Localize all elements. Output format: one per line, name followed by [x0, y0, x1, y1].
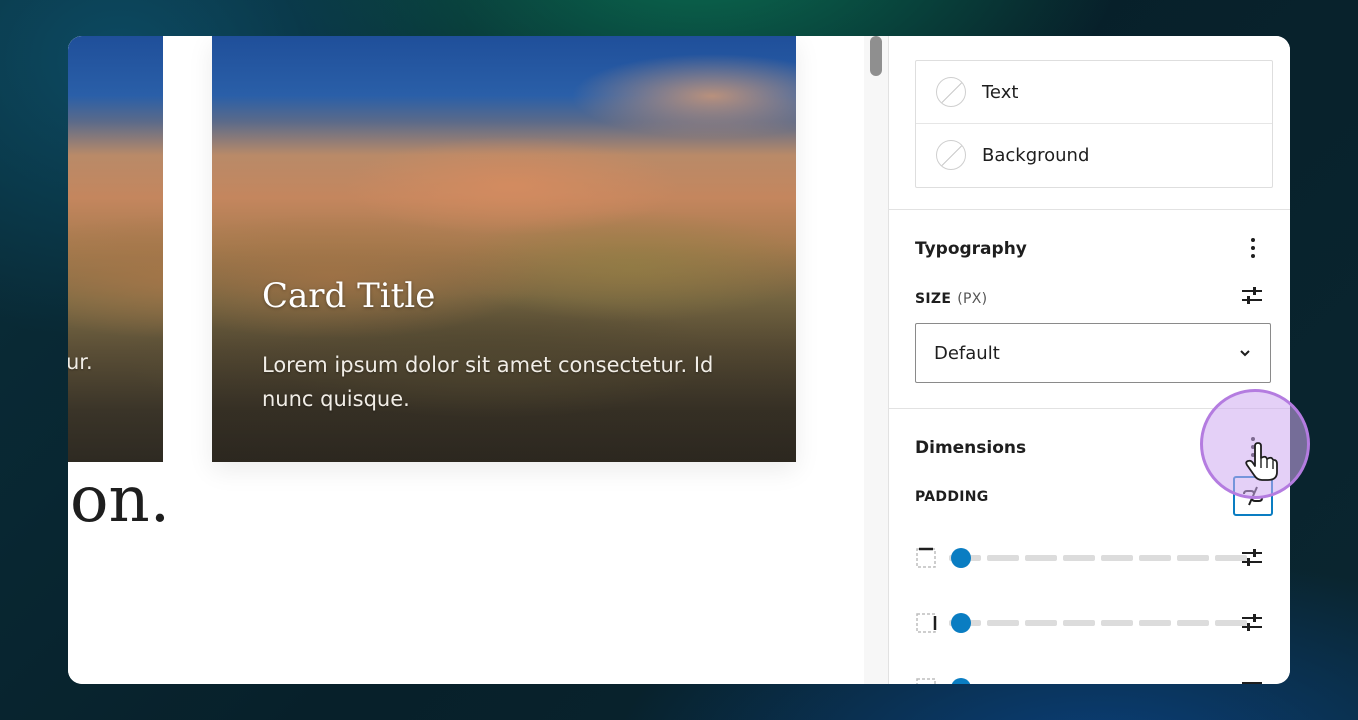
padding-row-right	[915, 608, 1271, 638]
padding-right-slider[interactable]	[949, 613, 1249, 633]
color-item-text[interactable]: Text	[916, 61, 1272, 123]
custom-padding-settings-icon[interactable]	[1241, 547, 1263, 569]
card-text[interactable]: Lorem ipsum dolor sit amet consectetur. …	[262, 348, 762, 416]
dimensions-panel-title: Dimensions	[915, 438, 1027, 458]
scrollbar-thumb[interactable]	[870, 36, 882, 76]
color-settings-group: Text Background	[915, 60, 1273, 188]
color-item-label: Background	[982, 144, 1090, 166]
custom-padding-settings-icon[interactable]	[1241, 612, 1263, 634]
padding-right-side-icon	[916, 613, 937, 633]
section-heading-fragment[interactable]: on.	[70, 468, 170, 532]
font-size-label: SIZE (PX)	[915, 291, 988, 307]
canvas-scrollbar[interactable]	[864, 36, 888, 684]
card-main[interactable]: Card Title Lorem ipsum dolor sit amet co…	[212, 36, 796, 462]
editor-canvas: ur. Card Title Lorem ipsum dolor sit ame…	[68, 36, 864, 684]
custom-padding-settings-icon[interactable]	[1241, 677, 1263, 684]
slider-track	[949, 620, 1249, 626]
custom-size-settings-icon[interactable]	[1241, 285, 1263, 307]
padding-bottom-slider[interactable]	[949, 678, 1249, 684]
padding-label: PADDING	[915, 489, 989, 505]
slider-thumb[interactable]	[951, 548, 971, 568]
color-item-label: Text	[982, 81, 1019, 103]
card-left-text: ur.	[68, 350, 93, 374]
panel-divider	[889, 209, 1290, 210]
slider-thumb[interactable]	[951, 613, 971, 633]
font-size-value: Default	[934, 342, 1000, 364]
editor-window: ur. Card Title Lorem ipsum dolor sit ame…	[68, 36, 1290, 684]
padding-top-side-icon	[916, 547, 936, 568]
settings-sidebar: Text Background Typography SIZE (PX) Defa…	[888, 36, 1290, 684]
slider-track	[949, 555, 1249, 561]
empty-swatch-icon	[936, 77, 966, 107]
color-item-background[interactable]: Background	[916, 123, 1272, 186]
padding-top-slider[interactable]	[949, 548, 1249, 568]
chevron-down-icon	[1240, 350, 1250, 357]
empty-swatch-icon	[936, 140, 966, 170]
typography-options-icon[interactable]	[1243, 234, 1263, 262]
font-size-select[interactable]: Default	[915, 323, 1271, 383]
card-left-partial[interactable]: ur.	[68, 36, 163, 462]
padding-bottom-side-icon	[916, 678, 936, 684]
typography-panel-title: Typography	[915, 239, 1027, 259]
card-title[interactable]: Card Title	[262, 276, 435, 316]
padding-row-bottom	[915, 673, 1271, 684]
slider-thumb[interactable]	[951, 678, 971, 684]
pointer-hand-icon	[1245, 442, 1278, 481]
padding-row-top	[915, 543, 1271, 573]
